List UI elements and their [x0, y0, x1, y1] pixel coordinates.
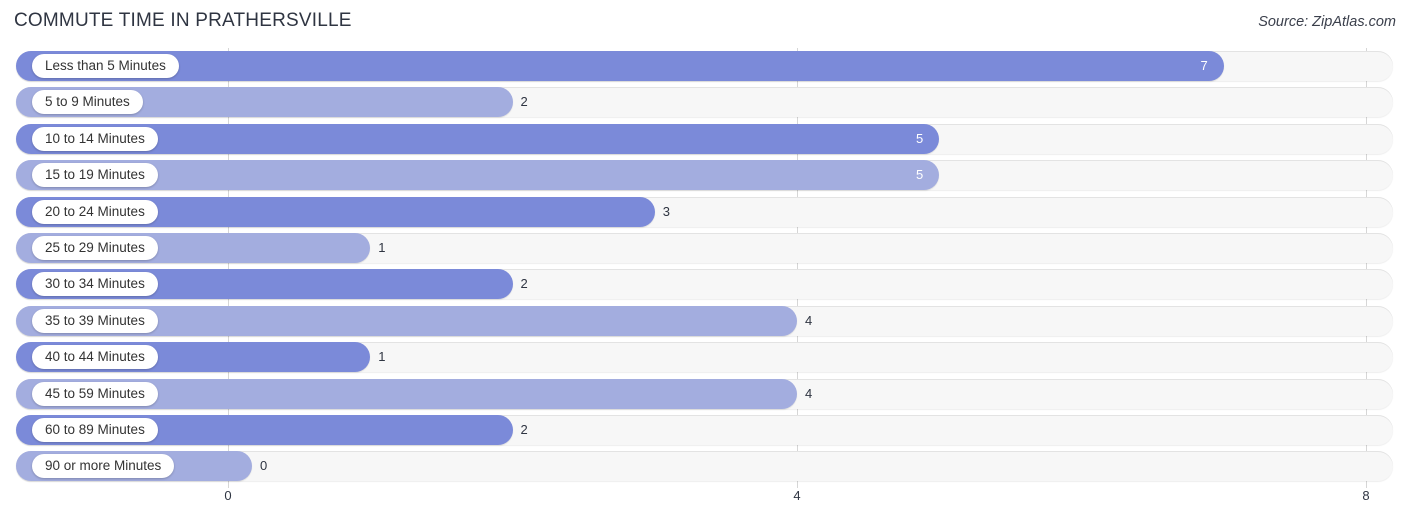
category-label: 25 to 29 Minutes: [32, 235, 158, 260]
chart-container: COMMUTE TIME IN PRATHERSVILLE Source: Zi…: [0, 0, 1406, 523]
bar-value-label: 0: [260, 458, 268, 474]
category-label: 15 to 19 Minutes: [32, 163, 158, 188]
bar-row[interactable]: 4 45 to 59 Minutes: [0, 376, 1406, 412]
bar-row[interactable]: 7 Less than 5 Minutes: [0, 48, 1406, 84]
bar-row[interactable]: 1 40 to 44 Minutes: [0, 339, 1406, 375]
category-label: 90 or more Minutes: [32, 454, 175, 479]
bar-row[interactable]: 4 35 to 39 Minutes: [0, 303, 1406, 339]
bar-value-label: 1: [378, 349, 386, 365]
category-label: 60 to 89 Minutes: [32, 417, 158, 442]
bar-rows: 7 Less than 5 Minutes 2 5 to 9 Minutes 5 10 t…: [0, 48, 1406, 485]
bar-row[interactable]: 3 20 to 24 Minutes: [0, 194, 1406, 230]
bar-row[interactable]: 2 30 to 34 Minutes: [0, 266, 1406, 302]
bar-row[interactable]: 2 60 to 89 Minutes: [0, 412, 1406, 448]
bar-row[interactable]: 5 10 to 14 Minutes: [0, 121, 1406, 157]
plot-area: 7 Less than 5 Minutes 2 5 to 9 Minutes 5 10 t…: [0, 48, 1406, 488]
bar-value-label: 3: [662, 203, 670, 219]
category-label: 30 to 34 Minutes: [32, 272, 158, 297]
bar-row[interactable]: 5 15 to 19 Minutes: [0, 157, 1406, 193]
bar-row[interactable]: 2 5 to 9 Minutes: [0, 84, 1406, 120]
source-attribution: Source: ZipAtlas.com: [1258, 14, 1396, 30]
category-label: 45 to 59 Minutes: [32, 381, 158, 406]
category-label: 20 to 24 Minutes: [32, 199, 158, 224]
bar-value-label: 2: [520, 421, 528, 437]
x-tick-label: 0: [224, 488, 232, 503]
bar-value-label: 4: [805, 385, 813, 401]
category-label: Less than 5 Minutes: [32, 54, 179, 78]
bar-row[interactable]: 0 90 or more Minutes: [0, 448, 1406, 484]
category-label: 5 to 9 Minutes: [32, 90, 143, 115]
x-tick-label: 8: [1362, 488, 1370, 503]
bar-value-label: 2: [520, 276, 528, 292]
bar-value-label: 4: [805, 312, 813, 328]
bar-row[interactable]: 1 25 to 29 Minutes: [0, 230, 1406, 266]
x-tick-label: 4: [793, 488, 801, 503]
bar-value-label: 2: [520, 94, 528, 110]
category-label: 10 to 14 Minutes: [32, 126, 158, 151]
category-label: 40 to 44 Minutes: [32, 345, 158, 370]
category-label: 35 to 39 Minutes: [32, 308, 158, 333]
bar-value-label: 1: [378, 239, 386, 255]
bar-value-label: 7: [1200, 58, 1208, 73]
x-axis: 0 4 8: [0, 488, 1406, 523]
page-title: COMMUTE TIME IN PRATHERSVILLE: [14, 10, 352, 31]
